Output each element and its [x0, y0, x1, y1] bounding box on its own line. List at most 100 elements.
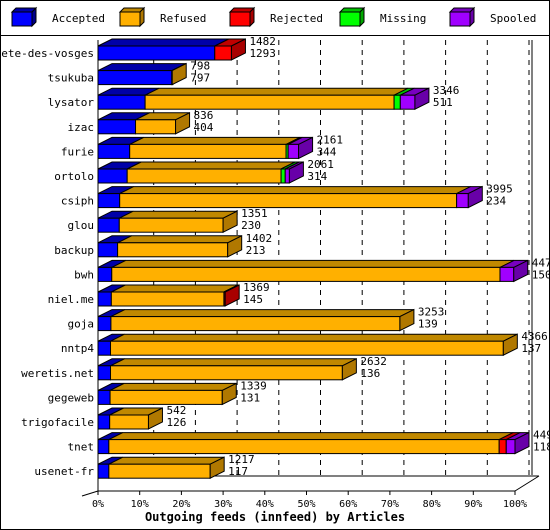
- legend-label: Rejected: [270, 12, 323, 25]
- x-tick-label: 0%: [92, 499, 104, 510]
- category-label: bete-des-vosges: [0, 47, 94, 60]
- bar-segment-refused: [111, 259, 515, 282]
- legend: Accepted Refused Rejected Missing Spooled: [10, 6, 536, 28]
- legend-swatch: [339, 11, 361, 27]
- bar-segment-face: [97, 463, 110, 479]
- x-tick-label: 10%: [131, 499, 149, 510]
- bar-segment-top: [97, 63, 187, 72]
- bar-segment-face: [97, 365, 112, 381]
- bar-segment-face: [97, 389, 111, 405]
- bar-segment-face: [97, 242, 119, 258]
- legend-swatch: [119, 11, 141, 27]
- bar-segment-accepted: [97, 38, 229, 61]
- bar-segment-top: [108, 456, 225, 465]
- bar-segment-refused: [109, 407, 163, 430]
- accepted-value-label: 404: [194, 121, 214, 134]
- x-tick-label: 20%: [172, 499, 190, 510]
- bar-row-bwh: bwh4477150: [74, 256, 550, 283]
- bar-row-backup: backup1402213: [54, 232, 272, 258]
- accepted-value-label: 118: [533, 441, 550, 454]
- bar-segment-face: [97, 143, 131, 159]
- bar-segment-top: [144, 87, 409, 96]
- legend-item-accepted: Accepted: [10, 6, 105, 28]
- bar-segment-face: [97, 316, 112, 332]
- legend-label: Accepted: [52, 12, 105, 25]
- category-label: izac: [68, 121, 95, 134]
- bar-segment-refused: [117, 234, 243, 258]
- x-axis-depth-edge: [514, 475, 540, 492]
- x-tick-label: 100%: [503, 499, 527, 510]
- bar-segment-face: [97, 193, 121, 209]
- x-tick-label: 80%: [423, 499, 441, 510]
- bar-row-tnet: tnet4492118: [68, 429, 550, 455]
- category-label: weretis.net: [21, 367, 94, 380]
- legend-label: Spooled: [490, 12, 536, 25]
- bar-segment-face: [110, 365, 343, 381]
- bar-row-goja: goja3253139: [68, 306, 444, 332]
- bar-segment-face: [97, 291, 112, 307]
- bar-segment-refused: [108, 456, 225, 480]
- bar-segment-top: [117, 235, 242, 244]
- bar-segment-face: [110, 316, 401, 332]
- bar-segment-refused: [110, 357, 357, 381]
- accepted-value-label: 150: [532, 268, 550, 281]
- accepted-value-label: 131: [240, 391, 260, 404]
- bar-segment-refused: [109, 382, 237, 406]
- category-label: glou: [68, 219, 95, 232]
- bar-row-lysator: lysator3346511: [48, 84, 459, 111]
- bar-segment-face: [144, 94, 395, 110]
- bar-row-csiph: csiph3995234: [61, 183, 513, 209]
- bar-segment-face: [108, 439, 500, 455]
- accepted-value-label: 145: [243, 293, 263, 306]
- bar-row-trigofacile: trigofacile542126: [21, 404, 186, 430]
- bar-segment-top: [126, 161, 296, 170]
- legend-label: Missing: [380, 12, 426, 25]
- bar-segment-face: [97, 94, 146, 110]
- bar-segment-top: [97, 38, 229, 47]
- bar-segment-face: [280, 168, 286, 184]
- accepted-value-label: 137: [521, 342, 541, 355]
- bar-segment-face: [97, 340, 112, 356]
- bar-row-gegeweb: gegeweb1339131: [48, 379, 267, 406]
- bar-segment-face: [287, 143, 300, 159]
- bar-segment-face: [498, 439, 507, 455]
- x-tick-label: 50%: [297, 499, 315, 510]
- bar-segment-face: [393, 94, 401, 110]
- bar-chart: Accepted Refused Rejected Missing Spooled be…: [0, 6, 550, 524]
- category-label: gegeweb: [48, 391, 94, 404]
- bar-row-izac: izac836404: [68, 109, 214, 135]
- accepted-value-label: 136: [360, 367, 380, 380]
- accepted-value-label: 511: [433, 96, 453, 109]
- legend-item-rejected: Rejected: [228, 6, 323, 28]
- bar-segment-top: [111, 284, 239, 293]
- bar-segment-top: [110, 309, 415, 318]
- bar-row-niel-me: niel.me1369145: [48, 281, 270, 307]
- bar-segment-top: [119, 210, 238, 219]
- legend-swatch-side: [139, 6, 145, 28]
- bar-segment-top: [111, 259, 515, 268]
- category-label: nntp4: [61, 342, 94, 355]
- bar-segment-refused: [108, 432, 514, 455]
- bar-segment-face: [97, 119, 137, 135]
- category-label: goja: [68, 318, 95, 331]
- accepted-value-label: 230: [241, 219, 261, 232]
- category-label: bwh: [74, 268, 94, 281]
- bar-segment-face: [110, 291, 225, 307]
- x-axis-corner: [81, 490, 99, 497]
- accepted-value-label: 139: [418, 318, 438, 331]
- legend-label: Refused: [160, 12, 206, 25]
- x-tick-label: 60%: [339, 499, 357, 510]
- bar-segment-face: [110, 340, 504, 356]
- legend-swatch-side: [249, 6, 255, 28]
- category-label: ortolo: [54, 170, 94, 183]
- legend-swatch: [11, 11, 33, 27]
- bar-row-furie: furie2161344: [61, 133, 343, 160]
- bar-segment-face: [109, 389, 223, 405]
- bars: bete-des-vosges14821293tsukuba798797lysa…: [0, 35, 550, 480]
- accepted-value-label: 126: [166, 416, 186, 429]
- bar-segment-face: [214, 45, 232, 61]
- bar-segment-face: [108, 463, 211, 479]
- bar-segment-face: [126, 168, 282, 184]
- x-axis-title: Outgoing feeds (innfeed) by Articles: [145, 510, 405, 524]
- category-label: trigofacile: [21, 416, 94, 429]
